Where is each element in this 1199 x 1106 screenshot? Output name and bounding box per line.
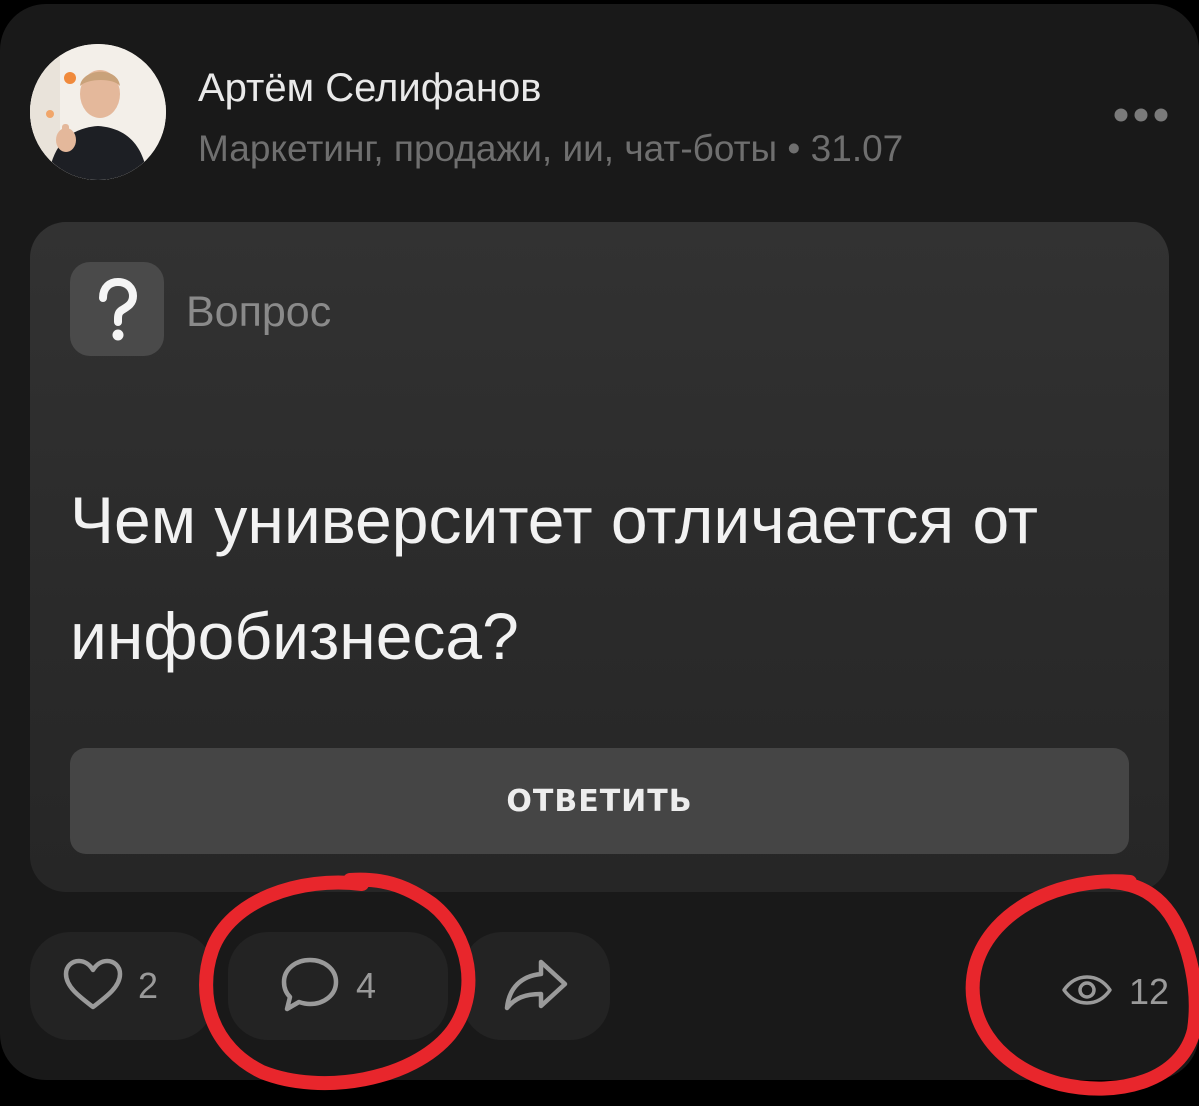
comment-button[interactable]: 4: [228, 932, 448, 1040]
heart-icon: [62, 957, 124, 1016]
post-card: Артём Селифанов Маркетинг, продажи, ии, …: [0, 4, 1199, 1080]
views-count: 12: [1128, 971, 1169, 1012]
avatar-photo: [30, 44, 166, 180]
question-text: Чем университет отличается от инфобизнес…: [70, 483, 1038, 673]
author-meta: Маркетинг, продажи, ии, чат-боты • 31.07: [198, 128, 903, 170]
author-avatar[interactable]: [30, 44, 166, 180]
more-horizontal-icon[interactable]: [1106, 100, 1176, 130]
post-date: 31.07: [810, 128, 904, 169]
author-description: Маркетинг, продажи, ии, чат-боты: [198, 128, 778, 169]
question-mark-icon: [70, 262, 164, 356]
views-counter: 12: [1061, 962, 1169, 1022]
comment-count: 4: [356, 965, 377, 1006]
question-card: Вопрос Чем университет отличается от инф…: [30, 222, 1169, 892]
question-label: Вопрос: [186, 288, 332, 336]
share-arrow-icon: [503, 956, 569, 1017]
like-button[interactable]: 2: [30, 932, 214, 1040]
eye-icon: [1061, 974, 1113, 1011]
answer-button[interactable]: ОТВЕТИТЬ: [70, 748, 1129, 854]
comment-bubble-icon: [278, 954, 342, 1019]
share-button[interactable]: [462, 932, 610, 1040]
like-count: 2: [138, 965, 159, 1006]
meta-separator: •: [777, 128, 811, 169]
author-name[interactable]: Артём Селифанов: [198, 66, 541, 111]
